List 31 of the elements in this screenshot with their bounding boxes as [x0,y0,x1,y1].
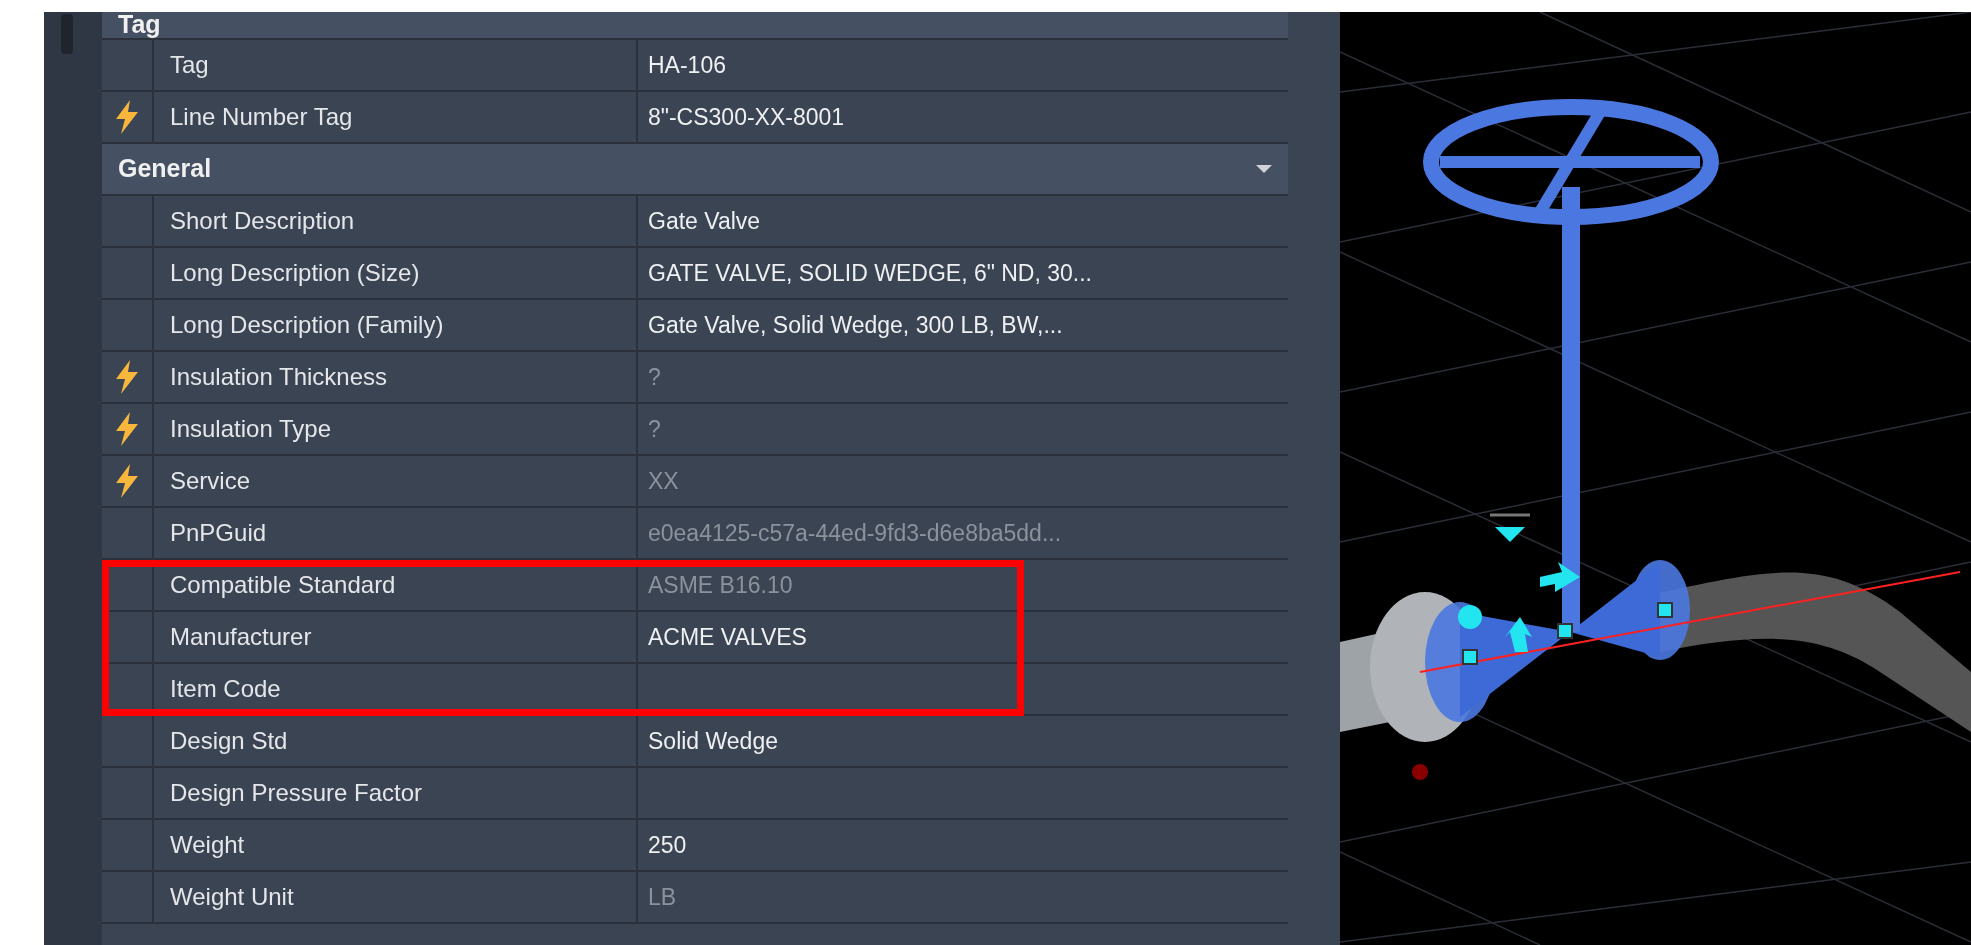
property-value[interactable]: 250 [648,827,687,863]
property-name: Design Pressure Factor [152,768,638,818]
property-value[interactable]: HA-106 [648,47,726,83]
property-name: Long Description (Family) [152,300,638,350]
property-name: Line Number Tag [152,92,638,142]
lightning-icon [114,360,140,394]
property-name: Item Code [152,664,638,714]
property-value[interactable]: Solid Wedge [648,723,778,759]
property-name: Insulation Thickness [152,352,638,402]
category-header[interactable]: Tag [102,12,1288,40]
property-name: Short Description [152,196,638,246]
property-value[interactable]: ACME VALVES [648,619,807,655]
property-name: Tag [152,40,638,90]
property-name: Compatible Standard [152,560,638,610]
category-header[interactable]: General [102,144,1288,196]
property-name: Insulation Type [152,404,638,454]
property-value[interactable]: Gate Valve, Solid Wedge, 300 LB, BW,... [648,307,1063,343]
property-name: Service [152,456,638,506]
property-value[interactable]: GATE VALVE, SOLID WEDGE, 6" ND, 30... [648,255,1092,291]
caret-icon [1256,165,1272,173]
property-value[interactable]: Gate Valve [648,203,761,239]
lightning-icon [114,100,140,134]
lightning-icon [114,412,140,446]
property-name: Long Description (Size) [152,248,638,298]
property-name: Weight [152,820,638,870]
property-name: Weight Unit [152,872,638,922]
property-name: Design Std [152,716,638,766]
property-name: Manufacturer [152,612,638,662]
property-value[interactable]: 8"-CS300-XX-8001 [648,99,845,135]
property-name: PnPGuid [152,508,638,558]
lightning-icon [114,464,140,498]
